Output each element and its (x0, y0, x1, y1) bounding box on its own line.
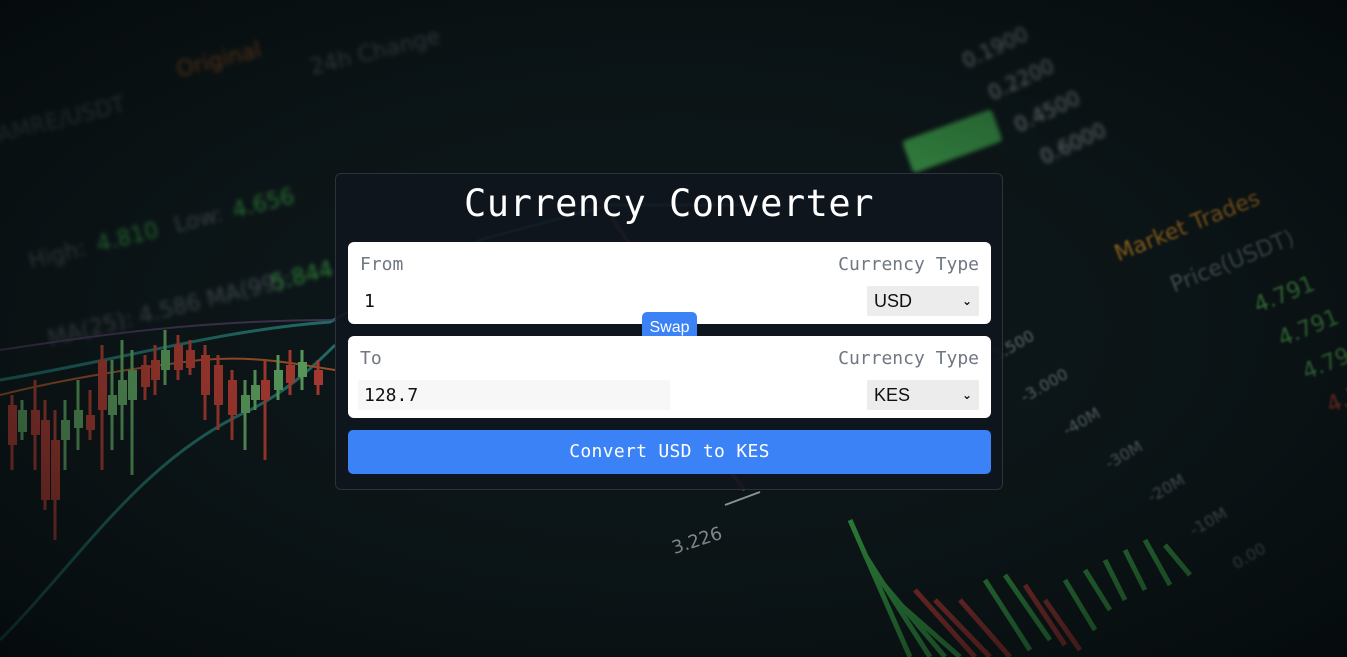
from-amount-input[interactable] (358, 286, 670, 316)
chevron-down-icon: ⌄ (961, 388, 972, 402)
converter-card: Currency Converter From Currency Type US… (335, 173, 1003, 490)
convert-button[interactable]: Convert USD to KES (348, 430, 991, 474)
to-currency-select[interactable]: KES ⌄ (867, 380, 979, 410)
to-currency-type-label: Currency Type (838, 348, 979, 369)
to-panel: To Currency Type KES ⌄ (348, 336, 991, 418)
from-currency-select[interactable]: USD ⌄ (867, 286, 979, 316)
to-amount-field[interactable] (358, 380, 670, 410)
from-currency-value: USD (874, 291, 913, 311)
to-currency-value: KES (874, 385, 911, 405)
chevron-down-icon: ⌄ (961, 294, 972, 308)
to-label: To (360, 348, 382, 369)
from-currency-type-label: Currency Type (838, 254, 979, 275)
from-label: From (360, 254, 404, 275)
page-title: Currency Converter (464, 182, 874, 225)
